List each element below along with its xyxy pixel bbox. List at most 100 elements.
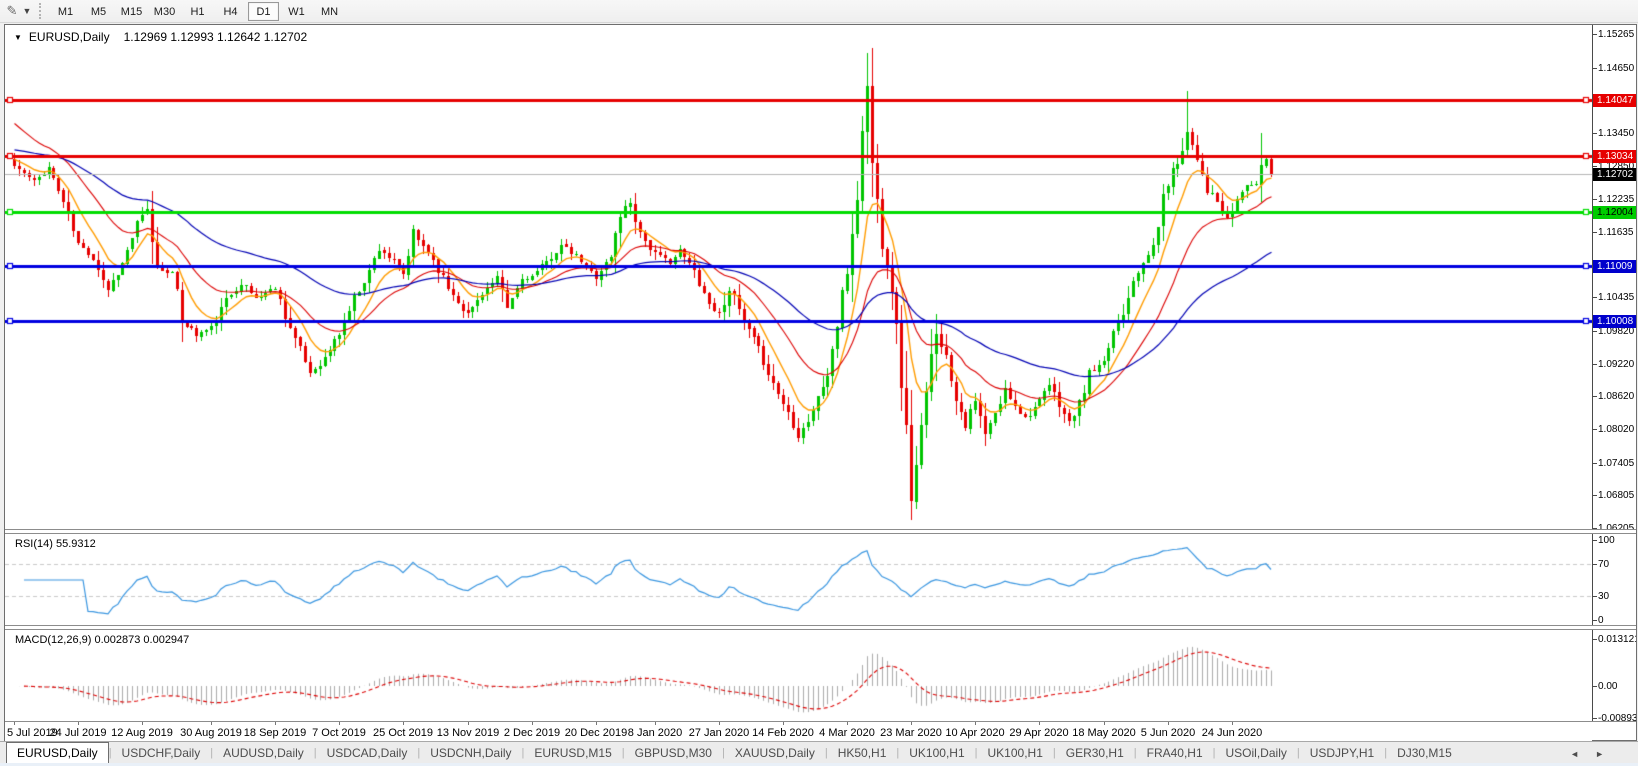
- chart-tab-ger30-h1[interactable]: GER30,H1: [1056, 744, 1134, 763]
- dropdown-arrow-icon[interactable]: ▼: [21, 6, 33, 16]
- date-tick-mark: [1168, 722, 1169, 725]
- date-label[interactable]: 24 Jun 2020: [1202, 727, 1263, 739]
- date-tick-mark: [275, 722, 276, 725]
- toolbar-grip[interactable]: [39, 3, 41, 19]
- price-chart-canvas[interactable]: [5, 25, 1592, 530]
- price-level-badge: 1.12004: [1593, 206, 1636, 219]
- timeframe-button-d1[interactable]: D1: [248, 1, 279, 21]
- date-label[interactable]: 18 May 2020: [1072, 727, 1136, 739]
- date-label[interactable]: 25 Oct 2019: [373, 727, 433, 739]
- date-label[interactable]: 12 Aug 2019: [111, 727, 173, 739]
- date-tick-mark: [596, 722, 597, 725]
- macd-tick-label: 0.00: [1598, 681, 1618, 692]
- date-label[interactable]: 4 Mar 2020: [819, 727, 875, 739]
- chart-tab-eurusd-m15[interactable]: EURUSD,M15: [524, 744, 621, 763]
- timeframe-button-m30[interactable]: M30: [149, 2, 180, 21]
- chart-tab-eurusd-daily[interactable]: EURUSD,Daily: [6, 742, 109, 764]
- timeframe-button-m15[interactable]: M15: [116, 2, 147, 21]
- rsi-axis[interactable]: 100 70 30 0: [1592, 534, 1636, 625]
- date-tick-mark: [975, 722, 976, 725]
- rsi-tick-mark: [1593, 564, 1597, 565]
- timeframe-buttons: M1 M5 M15 M30 H1 H4 D1 W1 MN: [49, 1, 346, 21]
- chart-tab-usdjpy-h1[interactable]: USDJPY,H1: [1300, 744, 1384, 763]
- date-label[interactable]: 7 Oct 2019: [312, 727, 366, 739]
- macd-axis[interactable]: 0.013121 0.00 -0.008933: [1592, 630, 1636, 721]
- date-tick-mark: [339, 722, 340, 725]
- price-tick-mark: [1593, 133, 1597, 134]
- date-label[interactable]: 5 Jun 2020: [1141, 727, 1195, 739]
- rsi-tick-label: 70: [1598, 559, 1610, 570]
- price-tick-label: 1.13450: [1598, 128, 1635, 139]
- chart-tabs: EURUSD,Daily | USDCHF,Daily | AUDUSD,Daily | U…: [6, 742, 1462, 764]
- price-tick-label: 1.11635: [1598, 227, 1634, 238]
- tab-scroll-right-icon[interactable]: ►: [1595, 749, 1604, 759]
- chart-tab-gbpusd-m30[interactable]: GBPUSD,M30: [625, 744, 722, 763]
- macd-chart-canvas[interactable]: [5, 630, 1592, 723]
- chart-window: ▼ EURUSD,Daily 1.12969 1.12993 1.12642 1…: [4, 24, 1637, 741]
- price-tick-mark: [1593, 199, 1597, 200]
- timeframe-button-h1[interactable]: H1: [182, 2, 213, 21]
- chart-title: EURUSD,Daily: [28, 30, 110, 44]
- date-label[interactable]: 30 Aug 2019: [180, 727, 242, 739]
- chart-tab-hk50-h1[interactable]: HK50,H1: [828, 744, 897, 763]
- price-tick-label: 1.08020: [1598, 424, 1635, 435]
- price-level-badge: 1.10008: [1593, 315, 1636, 328]
- price-tick-label: 1.12235: [1598, 194, 1635, 205]
- price-tick-mark: [1593, 297, 1597, 298]
- date-tick-mark: [142, 722, 143, 725]
- date-label[interactable]: 10 Apr 2020: [945, 727, 1004, 739]
- rsi-chart-canvas[interactable]: [5, 534, 1592, 627]
- chart-tab-fra40-h1[interactable]: FRA40,H1: [1137, 744, 1213, 763]
- price-axis[interactable]: 1.15265 1.14650 1.13450 1.12850 1.12235 1.116…: [1592, 25, 1636, 529]
- tab-scroll-arrows: ◄ ►: [1570, 744, 1604, 763]
- date-label[interactable]: 2 Dec 2019: [504, 727, 560, 739]
- date-label[interactable]: 20 Dec 2019: [565, 727, 627, 739]
- price-tick-label: 1.07405: [1598, 458, 1635, 469]
- drawing-tool-icon[interactable]: ✎: [3, 2, 21, 20]
- date-label[interactable]: 23 Mar 2020: [880, 727, 942, 739]
- timeframe-button-m1[interactable]: M1: [50, 2, 81, 21]
- chart-tab-usoil-daily[interactable]: USOil,Daily: [1216, 744, 1297, 763]
- price-tick-mark: [1593, 528, 1597, 529]
- price-tick-mark: [1593, 429, 1597, 430]
- chart-tab-usdcnh-daily[interactable]: USDCNH,Daily: [420, 744, 521, 763]
- date-label[interactable]: 8 Jan 2020: [628, 727, 682, 739]
- timeframe-button-w1[interactable]: W1: [281, 2, 312, 21]
- rsi-tick-label: 100: [1598, 535, 1615, 546]
- chart-tab-dj30-m15[interactable]: DJ30,M15: [1387, 744, 1462, 763]
- date-label[interactable]: 24 Jul 2019: [50, 727, 107, 739]
- timeframe-button-h4[interactable]: H4: [215, 2, 246, 21]
- chart-tab-bar: EURUSD,Daily | USDCHF,Daily | AUDUSD,Daily | U…: [0, 741, 1638, 764]
- date-axis[interactable]: 5 Jul 2019 24 Jul 2019 12 Aug 2019 30 Aug 2…: [5, 722, 1592, 741]
- price-tick-label: 1.14650: [1598, 63, 1635, 74]
- chart-tab-uk100-h1[interactable]: UK100,H1: [899, 744, 974, 763]
- chart-tab-usdcad-daily[interactable]: USDCAD,Daily: [317, 744, 418, 763]
- chart-collapse-icon[interactable]: ▼: [14, 33, 22, 42]
- macd-tick-mark: [1593, 686, 1597, 687]
- chart-ohlc-values: 1.12969 1.12993 1.12642 1.12702: [123, 30, 308, 44]
- tab-scroll-left-icon[interactable]: ◄: [1570, 749, 1579, 759]
- rsi-tick-mark: [1593, 540, 1597, 541]
- date-tick-mark: [14, 722, 15, 725]
- date-label[interactable]: 27 Jan 2020: [689, 727, 750, 739]
- chart-tab-usdchf-daily[interactable]: USDCHF,Daily: [112, 744, 211, 763]
- price-level-badge: 1.13034: [1593, 150, 1636, 163]
- timeframe-button-m5[interactable]: M5: [83, 2, 114, 21]
- price-tick-label: 1.06805: [1598, 490, 1635, 501]
- date-tick-mark: [211, 722, 212, 725]
- chart-tab-uk100-h1[interactable]: UK100,H1: [978, 744, 1053, 763]
- macd-tick-mark: [1593, 718, 1597, 719]
- macd-tick-mark: [1593, 639, 1597, 640]
- macd-label: MACD(12,26,9) 0.002873 0.002947: [15, 634, 190, 646]
- date-tick-mark: [1232, 722, 1233, 725]
- date-label[interactable]: 14 Feb 2020: [752, 727, 814, 739]
- date-label[interactable]: 29 Apr 2020: [1009, 727, 1068, 739]
- chart-tab-xauusd-daily[interactable]: XAUUSD,Daily: [725, 744, 825, 763]
- rsi-tick-label: 0: [1598, 615, 1604, 625]
- price-level-badge: 1.14047: [1593, 94, 1636, 107]
- date-label[interactable]: 18 Sep 2019: [244, 727, 306, 739]
- chart-tab-audusd-daily[interactable]: AUDUSD,Daily: [213, 744, 314, 763]
- date-label[interactable]: 13 Nov 2019: [437, 727, 499, 739]
- price-tick-label: 1.15265: [1598, 29, 1635, 40]
- timeframe-button-mn[interactable]: MN: [314, 2, 345, 21]
